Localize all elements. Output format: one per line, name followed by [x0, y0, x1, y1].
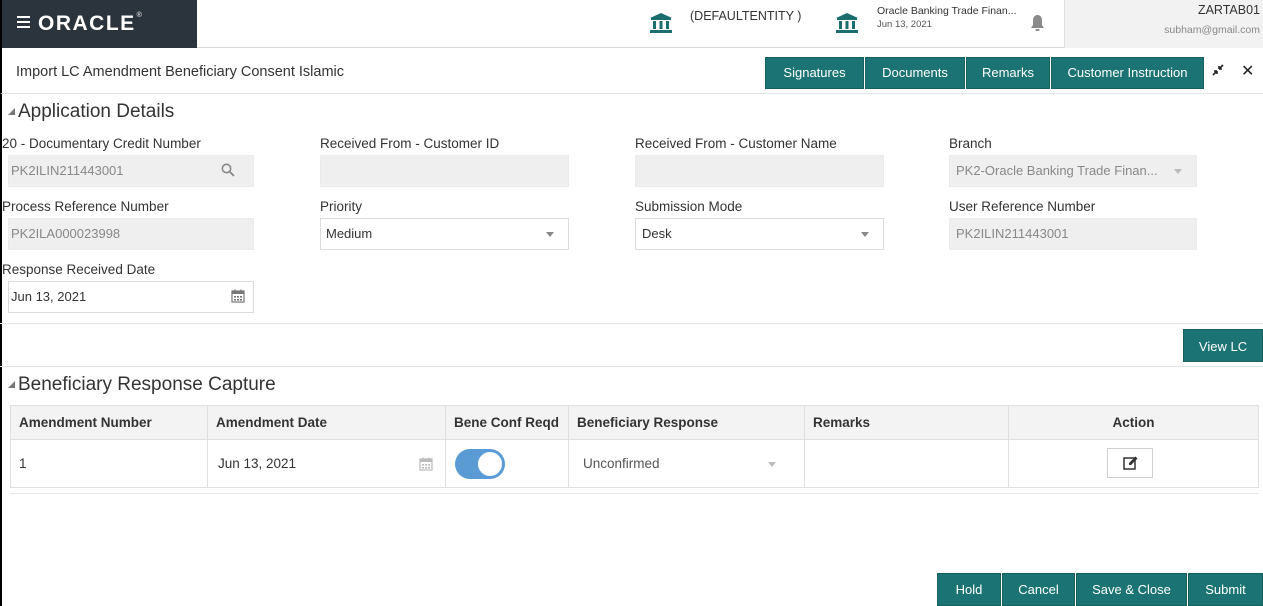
- table-bottom-border: [10, 489, 1259, 494]
- branch-label: Branch: [949, 136, 992, 151]
- response-received-date-value: Jun 13, 2021: [11, 289, 87, 304]
- customer-name-field[interactable]: [635, 155, 884, 187]
- priority-value: Medium: [326, 226, 373, 241]
- calendar-icon[interactable]: [231, 289, 245, 303]
- beneficiary-response-title: Beneficiary Response Capture: [18, 374, 276, 395]
- col-bene-conf-reqd: Bene Conf Reqd: [445, 405, 569, 440]
- customer-name-label: Received From - Customer Name: [635, 136, 837, 151]
- hold-button[interactable]: Hold: [937, 573, 1001, 606]
- customer-instruction-button[interactable]: Customer Instruction: [1051, 57, 1204, 89]
- section-divider: [0, 323, 1263, 324]
- context-title[interactable]: Oracle Banking Trade Finan...: [877, 5, 1017, 17]
- close-icon[interactable]: ✕: [1241, 61, 1254, 81]
- submission-mode-label: Submission Mode: [635, 199, 743, 214]
- section-divider: [0, 366, 1263, 367]
- remarks-cell[interactable]: [804, 439, 1009, 488]
- edit-row-button[interactable]: [1107, 448, 1153, 478]
- application-details-title: Application Details: [18, 101, 175, 122]
- view-lc-button[interactable]: View LC: [1183, 329, 1263, 362]
- beneficiary-response-value: Unconfirmed: [583, 456, 660, 471]
- entity-bank-icon[interactable]: [650, 13, 672, 33]
- signatures-button[interactable]: Signatures: [765, 57, 864, 89]
- save-close-button[interactable]: Save & Close: [1076, 573, 1187, 606]
- remarks-button[interactable]: Remarks: [966, 57, 1050, 89]
- context-date: Jun 13, 2021: [877, 19, 932, 30]
- chevron-down-icon: [1174, 169, 1182, 174]
- calendar-icon[interactable]: [419, 457, 433, 471]
- documentary-credit-number-value: PK2ILIN211443001: [11, 163, 124, 178]
- user-name: ZARTAB01: [1197, 3, 1260, 17]
- col-action: Action: [1008, 405, 1259, 440]
- amendment-date-cell[interactable]: Jun 13, 2021: [207, 439, 446, 488]
- user-email: subham@gmail.com: [1164, 24, 1260, 36]
- col-amendment-number: Amendment Number: [10, 405, 208, 440]
- process-reference-field[interactable]: PK2ILA000023998: [8, 218, 254, 250]
- amendment-date-field[interactable]: Jun 13, 2021: [208, 440, 445, 487]
- col-amendment-date: Amendment Date: [207, 405, 446, 440]
- bene-conf-reqd-cell: [445, 439, 569, 488]
- bene-conf-reqd-toggle[interactable]: [455, 449, 505, 479]
- title-bar: Import LC Amendment Beneficiary Consent …: [0, 48, 1263, 94]
- user-panel[interactable]: ZARTAB01 subham@gmail.com: [1064, 0, 1263, 48]
- minimize-icon[interactable]: [1211, 63, 1225, 80]
- chevron-down-icon: [861, 232, 869, 237]
- brand-bar: ORACLE®: [0, 0, 197, 48]
- beneficiary-response-table: Amendment Number Amendment Date Bene Con…: [10, 405, 1259, 488]
- search-icon[interactable]: [221, 163, 235, 177]
- application-details-heading[interactable]: Application Details: [8, 101, 174, 123]
- top-bar: ORACLE® (DEFAULTENTITY ) Oracle Banking …: [0, 0, 1263, 48]
- user-reference-label: User Reference Number: [949, 199, 1096, 214]
- toggle-knob: [476, 450, 504, 478]
- beneficiary-response-select[interactable]: Unconfirmed: [569, 440, 804, 487]
- submission-mode-value: Desk: [642, 226, 672, 241]
- branch-bank-icon[interactable]: [836, 13, 858, 33]
- hamburger-menu-icon[interactable]: [17, 16, 30, 28]
- page-title: Import LC Amendment Beneficiary Consent …: [16, 64, 344, 80]
- documentary-credit-number-field[interactable]: PK2ILIN211443001: [8, 155, 254, 187]
- oracle-logo: ORACLE®: [38, 12, 142, 35]
- action-cell: [1008, 439, 1259, 488]
- customer-id-field[interactable]: [320, 155, 569, 187]
- chevron-down-icon: [768, 462, 776, 467]
- user-reference-field[interactable]: PK2ILIN211443001: [949, 218, 1197, 250]
- table-header-row: Amendment Number Amendment Date Bene Con…: [10, 405, 1259, 440]
- collapse-triangle-icon[interactable]: [8, 381, 15, 388]
- submit-button[interactable]: Submit: [1188, 573, 1263, 606]
- response-received-date-field[interactable]: Jun 13, 2021: [8, 281, 254, 313]
- documents-button[interactable]: Documents: [865, 57, 965, 89]
- priority-label: Priority: [320, 199, 363, 214]
- process-reference-label: Process Reference Number: [2, 199, 169, 214]
- collapse-triangle-icon[interactable]: [8, 108, 15, 115]
- col-remarks: Remarks: [804, 405, 1009, 440]
- chevron-down-icon: [546, 232, 554, 237]
- table-row: 1 Jun 13, 2021 Unconfirmed: [10, 439, 1259, 488]
- edit-icon: [1123, 456, 1138, 470]
- branch-value: PK2-Oracle Banking Trade Finan...: [956, 163, 1158, 178]
- branch-select[interactable]: PK2-Oracle Banking Trade Finan...: [949, 155, 1197, 187]
- cancel-button[interactable]: Cancel: [1002, 573, 1075, 606]
- entity-label[interactable]: (DEFAULTENTITY ): [690, 9, 801, 23]
- amendment-date-value: Jun 13, 2021: [218, 456, 297, 471]
- bell-icon[interactable]: [1030, 14, 1045, 32]
- amendment-number-cell: 1: [10, 439, 208, 488]
- beneficiary-response-heading[interactable]: Beneficiary Response Capture: [8, 374, 276, 396]
- documentary-credit-number-label: 20 - Documentary Credit Number: [2, 136, 201, 151]
- response-received-date-label: Response Received Date: [2, 262, 156, 277]
- submission-mode-select[interactable]: Desk: [635, 218, 884, 250]
- priority-select[interactable]: Medium: [320, 218, 569, 250]
- beneficiary-response-cell[interactable]: Unconfirmed: [568, 439, 805, 488]
- customer-id-label: Received From - Customer ID: [320, 136, 500, 151]
- col-beneficiary-response: Beneficiary Response: [568, 405, 805, 440]
